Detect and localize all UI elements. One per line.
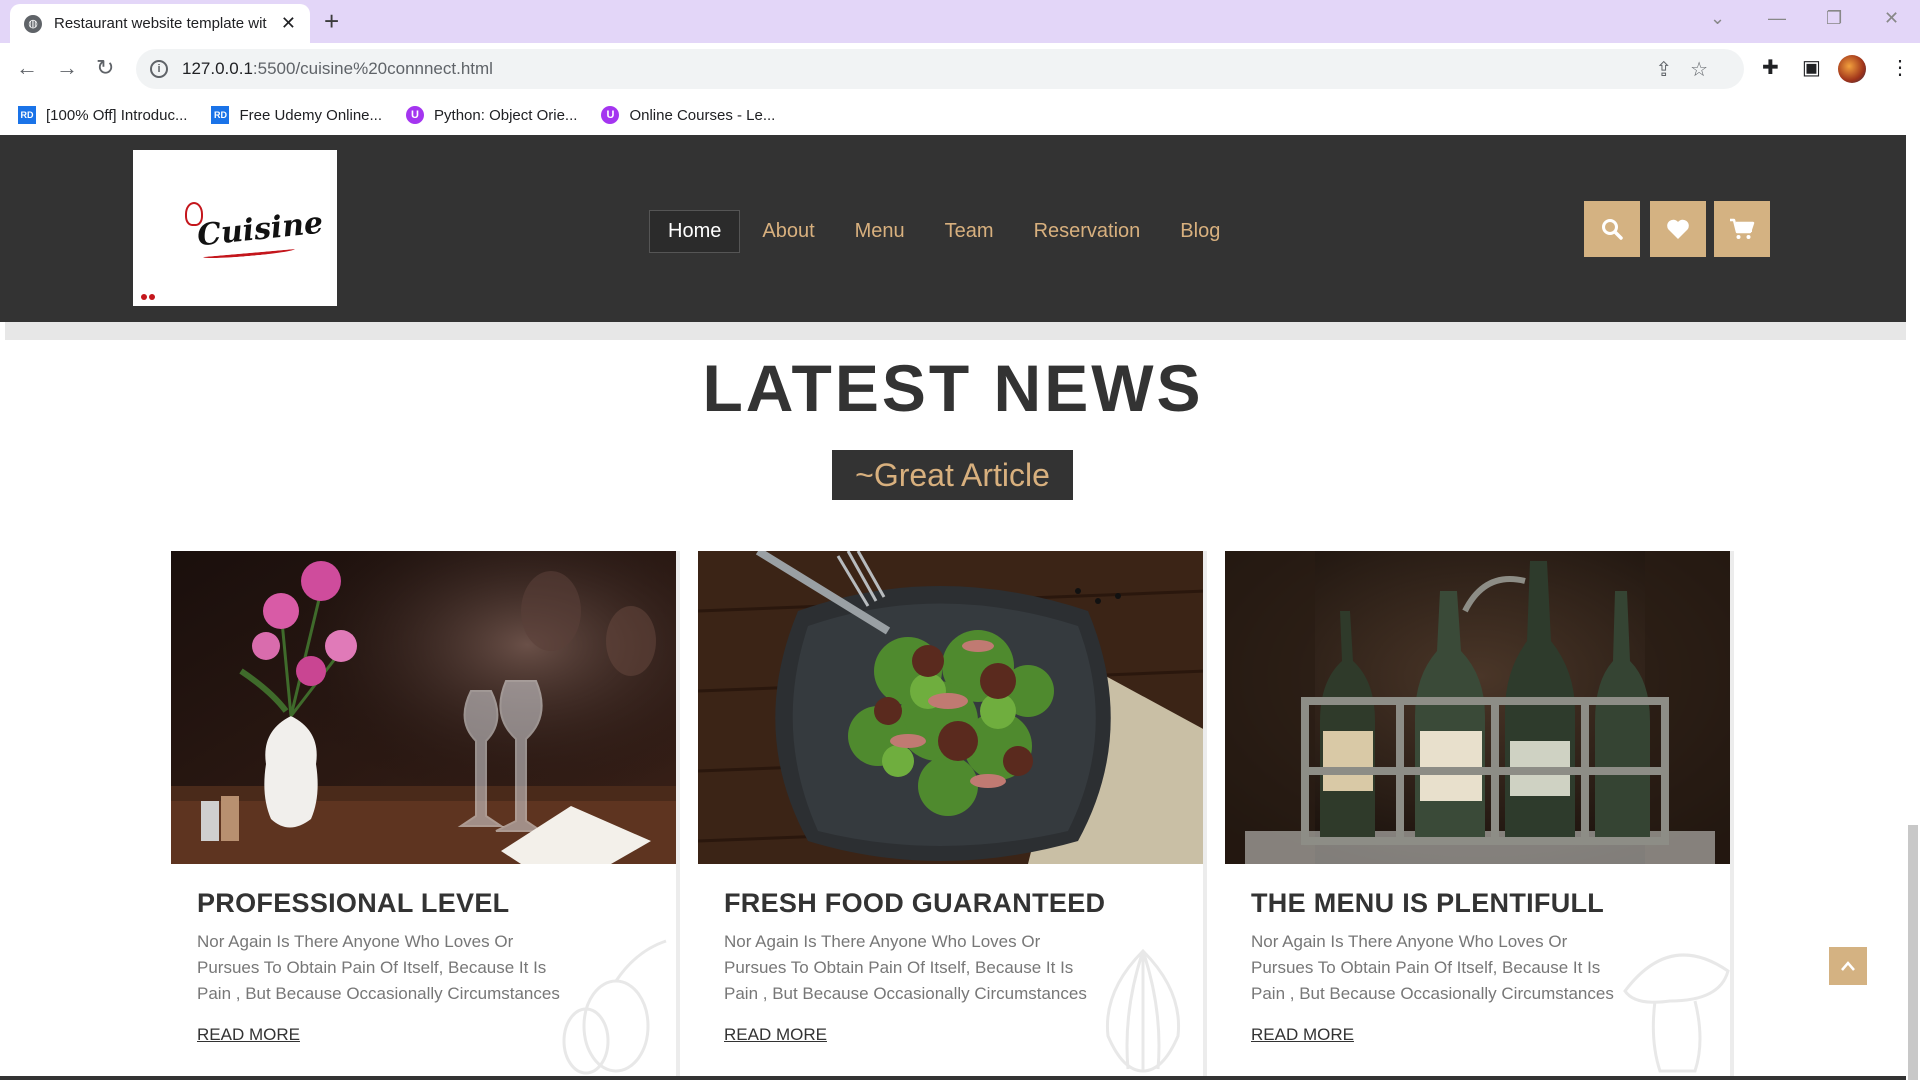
bookmark-label: Python: Object Orie...	[434, 106, 578, 124]
bookmark-item[interactable]: U Python: Object Orie...	[406, 106, 577, 124]
bookmark-label: Online Courses - Le...	[629, 106, 776, 124]
bookmark-favicon-icon: RD	[211, 106, 230, 124]
browser-menu-icon[interactable]: ⋮	[1890, 55, 1910, 80]
read-more-link[interactable]: READ MORE	[1251, 1025, 1354, 1045]
section-subtitle: ~Great Article	[832, 450, 1073, 500]
browser-tab-bar: ◍ Restaurant website template wit ✕ + ⌄ …	[0, 0, 1920, 43]
nav-about[interactable]: About	[744, 211, 832, 252]
card-title: PROFESSIONAL LEVEL	[197, 888, 510, 918]
bookmark-item[interactable]: RD Free Udemy Online...	[211, 106, 382, 124]
heart-icon	[1667, 219, 1689, 239]
logo-dot	[149, 294, 155, 300]
logo-dot	[141, 294, 147, 300]
nav-team[interactable]: Team	[927, 211, 1012, 252]
tab-title: Restaurant website template wit	[54, 15, 267, 32]
tab-search-icon[interactable]: ⌄	[1710, 8, 1725, 29]
section-divider	[5, 322, 1906, 340]
card-text: Nor Again Is There Anyone Who Loves Or P…	[1251, 932, 1614, 1003]
new-tab-icon[interactable]: +	[324, 6, 339, 37]
card-title: THE MENU IS PLENTIFULL	[1251, 888, 1605, 918]
main-nav: Home About Menu Team Reservation Blog	[649, 210, 1242, 253]
profile-avatar[interactable]	[1838, 55, 1866, 83]
search-icon	[1602, 219, 1623, 240]
nav-reservation[interactable]: Reservation	[1016, 211, 1159, 252]
cart-icon	[1730, 218, 1755, 239]
browser-tab[interactable]: ◍ Restaurant website template wit ✕	[10, 4, 310, 43]
nav-home[interactable]: Home	[649, 210, 741, 253]
nav-menu[interactable]: Menu	[837, 211, 923, 252]
news-card: FRESH FOOD GUARANTEED Nor Again Is There…	[698, 551, 1207, 1080]
logo-text: Cuisine	[195, 205, 325, 254]
chevron-up-icon	[1841, 961, 1855, 971]
bookmark-item[interactable]: RD [100% Off] Introduc...	[18, 106, 187, 124]
card-text: Nor Again Is There Anyone Who Loves Or P…	[197, 932, 560, 1003]
bookmark-favicon-icon: U	[406, 106, 425, 124]
globe-icon: ◍	[24, 14, 42, 33]
nav-blog[interactable]: Blog	[1162, 211, 1238, 252]
cart-button[interactable]	[1714, 201, 1770, 257]
bookmark-item[interactable]: U Online Courses - Le...	[601, 106, 775, 124]
bookmark-label: [100% Off] Introduc...	[46, 106, 188, 124]
olive-sketch-icon	[562, 939, 667, 1075]
scrollbar-thumb[interactable]	[1908, 825, 1918, 1080]
wishlist-button[interactable]	[1650, 201, 1706, 257]
site-info-icon[interactable]: i	[150, 60, 168, 78]
url-bar[interactable]: i 127.0.0.1:5500/cuisine%20connnect.html…	[136, 49, 1744, 89]
card-title: FRESH FOOD GUARANTEED	[724, 888, 1106, 918]
news-card: PROFESSIONAL LEVEL Nor Again Is There An…	[171, 551, 680, 1080]
reload-icon[interactable]: ↻	[96, 55, 114, 81]
side-panel-icon[interactable]: ▣	[1802, 55, 1821, 80]
read-more-link[interactable]: READ MORE	[724, 1025, 827, 1045]
extensions-icon[interactable]: ✚	[1762, 55, 1779, 80]
read-more-link[interactable]: READ MORE	[197, 1025, 300, 1045]
close-window-icon[interactable]: ✕	[1884, 8, 1899, 29]
news-card: THE MENU IS PLENTIFULL Nor Again Is Ther…	[1225, 551, 1734, 1080]
garlic-sketch-icon	[1105, 948, 1181, 1073]
bookmark-favicon-icon: U	[601, 106, 620, 124]
section-title: LATEST NEWS	[702, 351, 1204, 425]
address-bar-row: ← → ↻ i 127.0.0.1:5500/cuisine%20connnec…	[0, 43, 1920, 95]
bookmark-favicon-icon: RD	[18, 106, 36, 124]
forward-icon[interactable]: →	[56, 55, 78, 81]
card-image-restaurant-table[interactable]	[171, 551, 676, 864]
back-icon[interactable]: ←	[16, 55, 38, 81]
share-and-bookmark-icons[interactable]: ⇪☆	[1655, 57, 1726, 82]
minimize-icon[interactable]: —	[1768, 8, 1786, 29]
search-button[interactable]	[1584, 201, 1640, 257]
close-tab-icon[interactable]: ✕	[281, 13, 296, 34]
site-header: Cuisine Home About Menu Team Reservation…	[0, 135, 1906, 322]
url-text: 127.0.0.1:5500/cuisine%20connnect.html	[182, 59, 493, 78]
bookmarks-bar: RD [100% Off] Introduc... RD Free Udemy …	[0, 95, 1920, 135]
bookmark-label: Free Udemy Online...	[239, 106, 383, 124]
card-image-salad-plate[interactable]	[698, 551, 1203, 864]
mushroom-sketch-icon	[1623, 953, 1730, 1073]
card-image-wine-bottles[interactable]	[1225, 551, 1730, 864]
bottom-border	[0, 1076, 1906, 1080]
back-to-top-button[interactable]	[1829, 947, 1867, 985]
restore-icon[interactable]: ❐	[1826, 8, 1842, 29]
card-text: Nor Again Is There Anyone Who Loves Or P…	[724, 932, 1087, 1003]
site-logo[interactable]: Cuisine	[133, 150, 337, 306]
